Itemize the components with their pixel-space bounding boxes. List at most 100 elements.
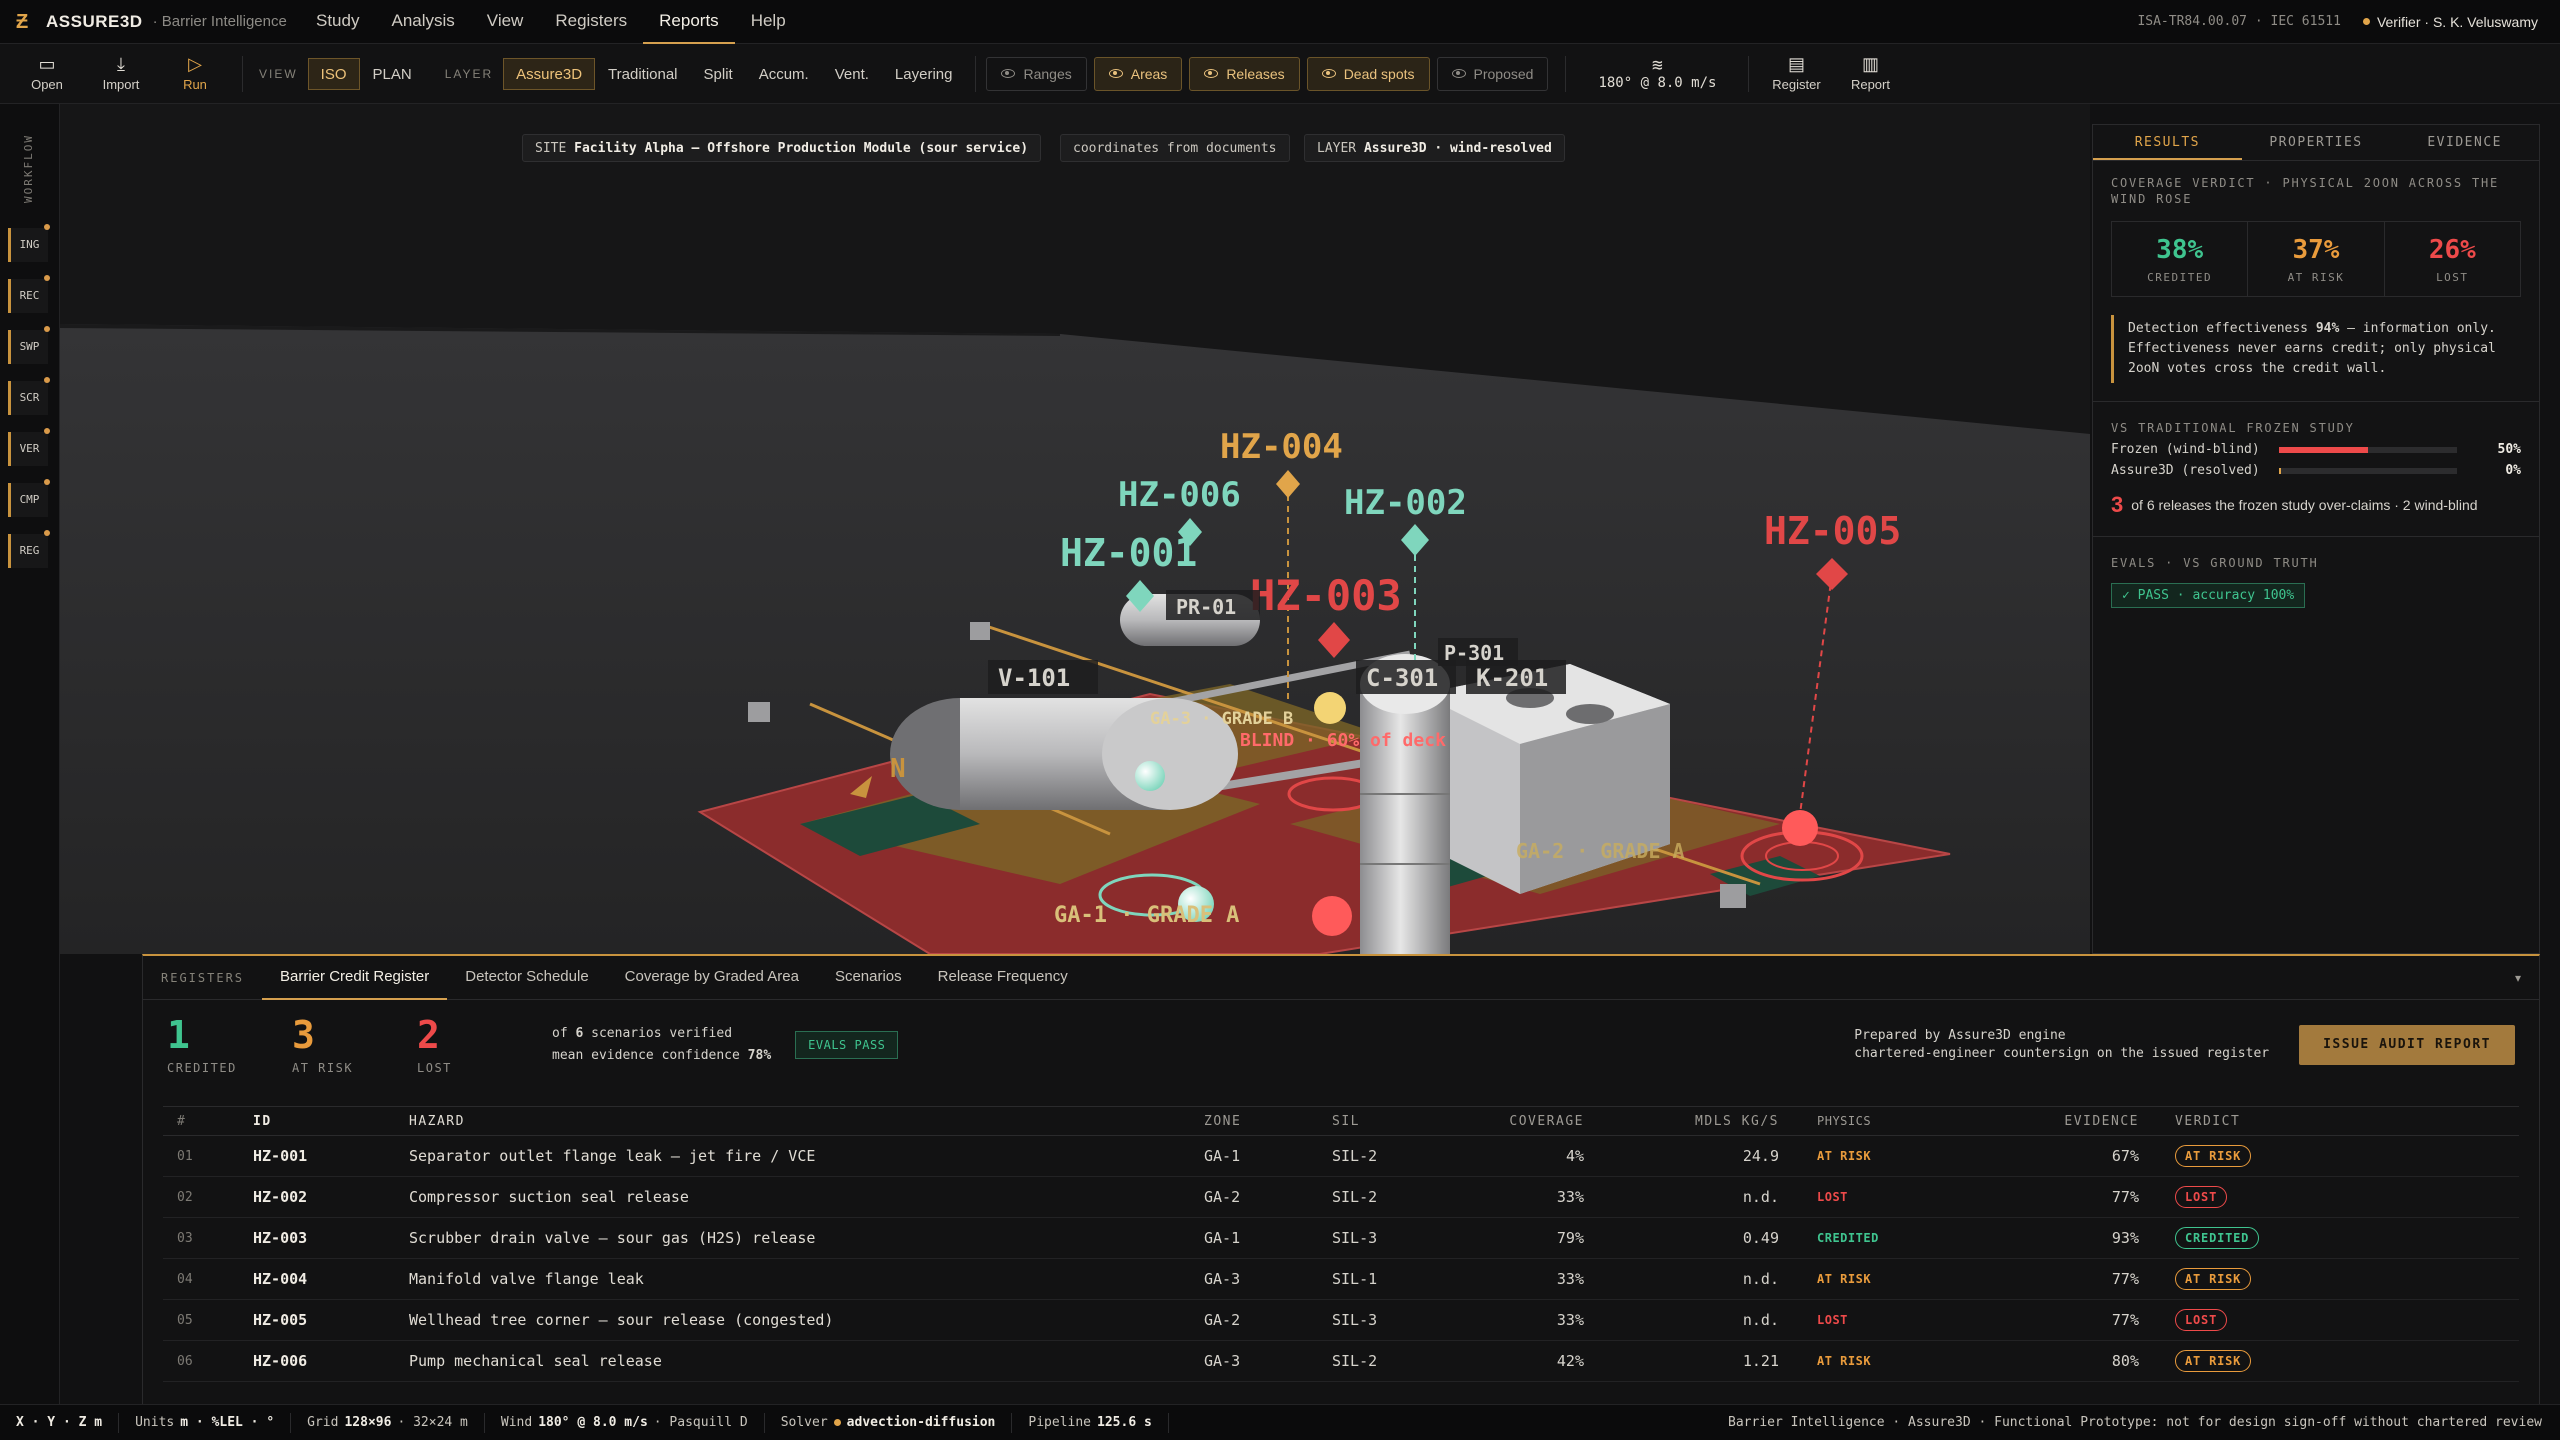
menu-study[interactable]: Study (300, 0, 375, 44)
menu-help[interactable]: Help (735, 0, 802, 44)
open-button[interactable]: ▭ Open (10, 46, 84, 102)
registers-label: REGISTERS (161, 970, 245, 985)
layer-option-assure3d[interactable]: Assure3D (503, 57, 596, 90)
table-row[interactable]: 04 HZ-004 Manifold valve flange leak GA-3 SI… (163, 1259, 2519, 1300)
row-verdict: AT RISK (2139, 1268, 2319, 1290)
wind-control[interactable]: ≋ 180° @ 8.0 m/s (1576, 56, 1738, 91)
row-mdls: 0.49 (1742, 1229, 1779, 1247)
run-button[interactable]: ▷ Run (158, 46, 232, 102)
row-evidence: 77% (2111, 1311, 2139, 1329)
layer-option-split[interactable]: Split (691, 58, 746, 90)
workflow-step-reg[interactable]: REG (8, 530, 50, 568)
column-header-coverage[interactable]: COVERAGE (1434, 1114, 1584, 1129)
workflow-step-ing[interactable]: ING (8, 224, 50, 262)
eye-icon (1451, 69, 1466, 78)
toggle-ranges[interactable]: Ranges (986, 56, 1087, 91)
main-menu: Study Analysis View Registers Reports Help (300, 0, 802, 44)
column-header-hazard[interactable]: HAZARD (409, 1114, 1204, 1129)
verifier-badge[interactable]: Verifier · S. K. Veluswamy (2362, 14, 2538, 30)
import-button[interactable]: ⤓ Import (84, 46, 158, 102)
release-point[interactable] (1314, 692, 1346, 724)
column-header-physics[interactable]: PHYSICS (1779, 1114, 1979, 1128)
register-tab-barrier-credit-register[interactable]: Barrier Credit Register (262, 956, 448, 1000)
workflow-step-rec[interactable]: REC (8, 275, 50, 313)
release-point[interactable] (1782, 810, 1818, 846)
toggle-proposed[interactable]: Proposed (1436, 56, 1549, 91)
column-header-evidence[interactable]: EVIDENCE (1979, 1114, 2139, 1129)
layer-option-accum[interactable]: Accum. (746, 58, 822, 90)
toggle-dead-spots[interactable]: Dead spots (1306, 56, 1430, 91)
plant-scene[interactable]: N HZ-004 HZ-006 HZ-002 HZ-001 HZ-003 HZ-… (60, 104, 2090, 954)
row-verdict: LOST (2139, 1309, 2319, 1331)
column-header-index[interactable]: # (163, 1114, 253, 1129)
3d-viewport[interactable]: N HZ-004 HZ-006 HZ-002 HZ-001 HZ-003 HZ-… (60, 104, 2090, 954)
row-sil: SIL-3 (1332, 1311, 1378, 1329)
tab-results[interactable]: RESULTS (2093, 125, 2242, 160)
layer-option-vent[interactable]: Vent. (822, 58, 882, 90)
issue-audit-report-button[interactable]: ISSUE AUDIT REPORT (2299, 1025, 2515, 1065)
row-mdls: 1.21 (1742, 1352, 1779, 1370)
area-ga3-label: GA-3 · GRADE B (1150, 709, 1293, 729)
row-mdls: n.d. (1742, 1270, 1779, 1288)
workflow-step-scr[interactable]: SCR (8, 377, 50, 415)
menu-registers[interactable]: Registers (539, 0, 643, 44)
release-point[interactable] (1135, 761, 1165, 791)
verdict-badge: LOST (2175, 1309, 2228, 1331)
view-option-iso[interactable]: ISO (307, 57, 360, 90)
register-tab-release-frequency[interactable]: Release Frequency (920, 956, 1086, 1000)
run-label: Run (183, 77, 207, 92)
verdict-badge: AT RISK (2175, 1145, 2252, 1167)
toolbar-divider (975, 55, 977, 92)
row-mdls: 24.9 (1742, 1147, 1779, 1165)
table-row[interactable]: 02 HZ-002 Compressor suction seal release G… (163, 1177, 2519, 1218)
row-sil: SIL-3 (1332, 1229, 1378, 1247)
summary-lost: 2 LOST (417, 1015, 542, 1075)
table-header: # ID HAZARD ZONE SIL COVERAGE MDLS KG/S PHYSICS… (163, 1106, 2519, 1136)
view-option-plan[interactable]: PLAN (360, 58, 425, 90)
register-summary: 1 CREDITED 3 AT RISK 2 LOST of 6 scenarios ve… (143, 1000, 2539, 1090)
table-row[interactable]: 01 HZ-001 Separator outlet flange leak — j… (163, 1136, 2519, 1177)
table-row[interactable]: 05 HZ-005 Wellhead tree corner — sour rele… (163, 1300, 2519, 1341)
register-tab-coverage-by-graded-area[interactable]: Coverage by Graded Area (607, 956, 817, 1000)
tab-properties[interactable]: PROPERTIES (2242, 125, 2391, 160)
collapse-chevron-icon[interactable]: ▾ (2515, 971, 2539, 985)
menu-analysis[interactable]: Analysis (375, 0, 470, 44)
layer-option-traditional[interactable]: Traditional (595, 58, 690, 90)
coords-readout: X · Y · Z m (16, 1414, 103, 1430)
release-point[interactable] (1312, 896, 1352, 936)
column-c301[interactable] (1360, 684, 1450, 954)
workflow-step-cmp[interactable]: CMP (8, 479, 50, 517)
comparison-bar-fill (2279, 467, 2281, 474)
column-header-zone[interactable]: ZONE (1204, 1114, 1332, 1129)
comparison-rows: Frozen (wind-blind) 50% Assure3D (resolved… (2093, 442, 2539, 478)
table-row[interactable]: 03 HZ-003 Scrubber drain valve — sour gas … (163, 1218, 2519, 1259)
column-header-id[interactable]: ID (253, 1114, 409, 1129)
column-header-mdls-kg-s[interactable]: MDLS KG/S (1584, 1114, 1779, 1129)
step-status-dot-icon (44, 275, 50, 281)
menu-view[interactable]: View (471, 0, 540, 44)
overclaim-count: 3 (2111, 492, 2124, 517)
workflow-step-ver[interactable]: VER (8, 428, 50, 466)
open-icon: ▭ (38, 54, 56, 74)
report-button[interactable]: ▥ Report (1833, 46, 1907, 102)
register-label: Register (1772, 77, 1821, 92)
register-button[interactable]: ▤ Register (1759, 46, 1833, 102)
register-icon: ▤ (1787, 54, 1805, 74)
row-physics: LOST (1817, 1313, 1848, 1327)
register-tab-detector-schedule[interactable]: Detector Schedule (447, 956, 606, 1000)
workflow-step-swp[interactable]: SWP (8, 326, 50, 364)
note1-post: scenarios verified (583, 1026, 733, 1041)
row-zone: GA-3 (1204, 1352, 1241, 1370)
layer-option-layering[interactable]: Layering (882, 58, 966, 90)
row-verdict: CREDITED (2139, 1227, 2319, 1249)
column-header-verdict[interactable]: VERDICT (2139, 1114, 2319, 1129)
toggle-releases[interactable]: Releases (1189, 56, 1300, 91)
toggle-areas[interactable]: Areas (1093, 56, 1183, 91)
tab-evidence[interactable]: EVIDENCE (2390, 125, 2539, 160)
table-row[interactable]: 06 HZ-006 Pump mechanical seal release GA-3… (163, 1341, 2519, 1382)
toggle-label: Ranges (1023, 65, 1072, 82)
row-evidence: 77% (2111, 1188, 2139, 1206)
menu-reports[interactable]: Reports (643, 0, 735, 44)
register-tab-scenarios[interactable]: Scenarios (817, 956, 920, 1000)
column-header-sil[interactable]: SIL (1332, 1114, 1434, 1129)
